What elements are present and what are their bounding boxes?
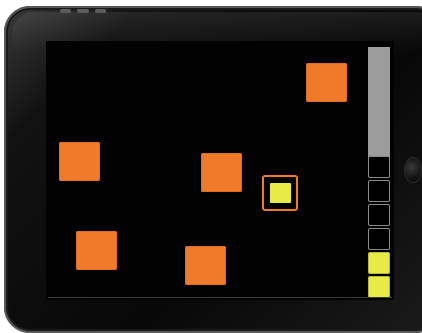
board-baseline	[48, 297, 392, 298]
meter-slot-empty	[368, 180, 390, 202]
meter-slot-filled	[368, 276, 390, 298]
orange-tile[interactable]	[185, 246, 226, 285]
active-tile-selector[interactable]	[262, 175, 298, 211]
meter-slot-empty	[368, 228, 390, 250]
meter-bar	[368, 47, 390, 167]
progress-meter	[368, 47, 390, 298]
meter-slot-empty	[368, 204, 390, 226]
home-button[interactable]	[405, 158, 421, 182]
orange-tile[interactable]	[59, 142, 100, 181]
orange-tile[interactable]	[76, 231, 117, 270]
top-hardware-buttons	[60, 9, 106, 13]
meter-slots	[368, 156, 390, 298]
game-screenshot	[0, 0, 422, 333]
orange-tile[interactable]	[201, 153, 242, 192]
hardware-button	[60, 9, 72, 13]
hardware-button	[94, 9, 106, 13]
meter-slot-filled	[368, 252, 390, 274]
game-board	[46, 41, 394, 300]
hardware-button	[77, 9, 89, 13]
orange-tile[interactable]	[306, 63, 347, 102]
active-tile[interactable]	[270, 183, 291, 203]
meter-slot-empty	[368, 156, 390, 178]
